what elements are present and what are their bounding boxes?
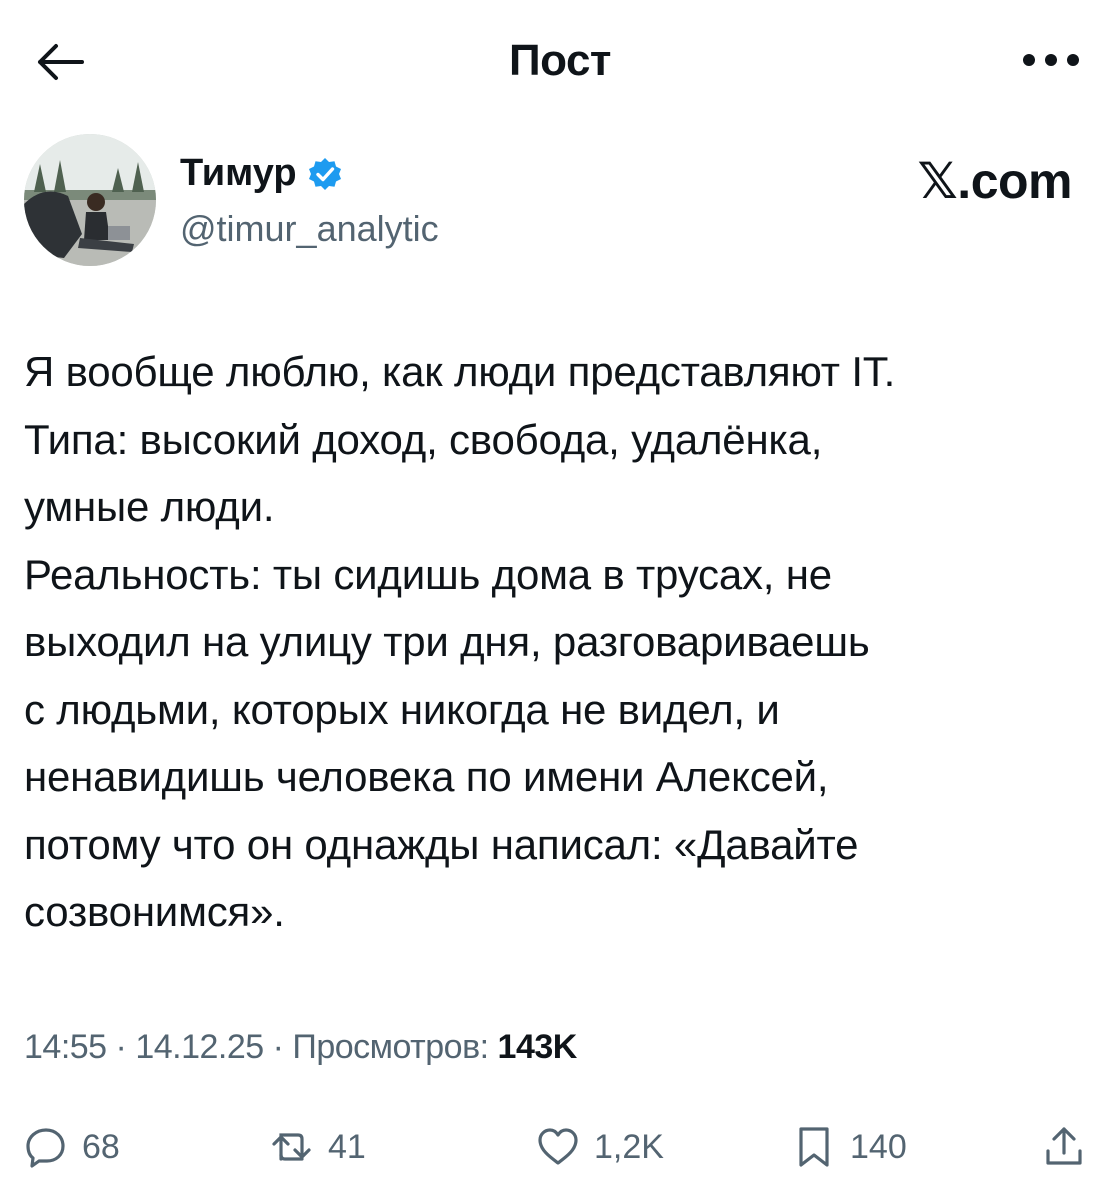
reply-icon (26, 1128, 65, 1168)
like-button[interactable]: 1,2K (536, 1112, 664, 1182)
post-actions: 68 41 1,2K 140 (24, 1112, 1096, 1182)
meta-separator: · (106, 1028, 136, 1066)
reply-count: 68 (82, 1127, 120, 1166)
more-button[interactable] (1016, 40, 1086, 80)
top-bar: Пост (0, 0, 1120, 120)
like-count: 1,2K (594, 1127, 664, 1166)
post-meta: 14:55 · 14.12.25 · Просмотров: 143K (24, 1028, 577, 1067)
more-horizontal-icon (1023, 54, 1079, 66)
avatar[interactable] (24, 134, 156, 266)
author-name-label: Тимур (180, 152, 297, 194)
views-label: Просмотров: (292, 1028, 498, 1066)
share-icon (1046, 1127, 1082, 1165)
repost-button[interactable]: 41 (270, 1112, 366, 1182)
post-text: Я вообще люблю, как люди представляют IT… (24, 348, 896, 935)
bookmark-icon (799, 1127, 829, 1167)
post-date[interactable]: 14.12.25 (135, 1028, 264, 1066)
brand-watermark: 𝕏.com (917, 153, 1073, 209)
bookmark-count: 140 (850, 1127, 907, 1166)
verified-badge-icon (308, 157, 341, 190)
post-author: Тимур @timur_analytic 𝕏.com (24, 130, 1096, 270)
heart-icon (538, 1128, 578, 1165)
page-title: Пост (509, 36, 611, 85)
author-name[interactable]: Тимур (180, 152, 343, 195)
bookmark-button[interactable]: 140 (792, 1112, 907, 1182)
share-button[interactable] (1042, 1112, 1086, 1182)
reply-button[interactable]: 68 (24, 1112, 120, 1182)
post-time[interactable]: 14:55 (24, 1028, 107, 1066)
repost-count: 41 (328, 1127, 366, 1166)
meta-separator: · (263, 1028, 293, 1066)
author-handle[interactable]: @timur_analytic (180, 208, 439, 250)
views-count[interactable]: 143K (498, 1028, 578, 1066)
repost-icon (272, 1133, 311, 1161)
avatar-photo (24, 134, 156, 266)
